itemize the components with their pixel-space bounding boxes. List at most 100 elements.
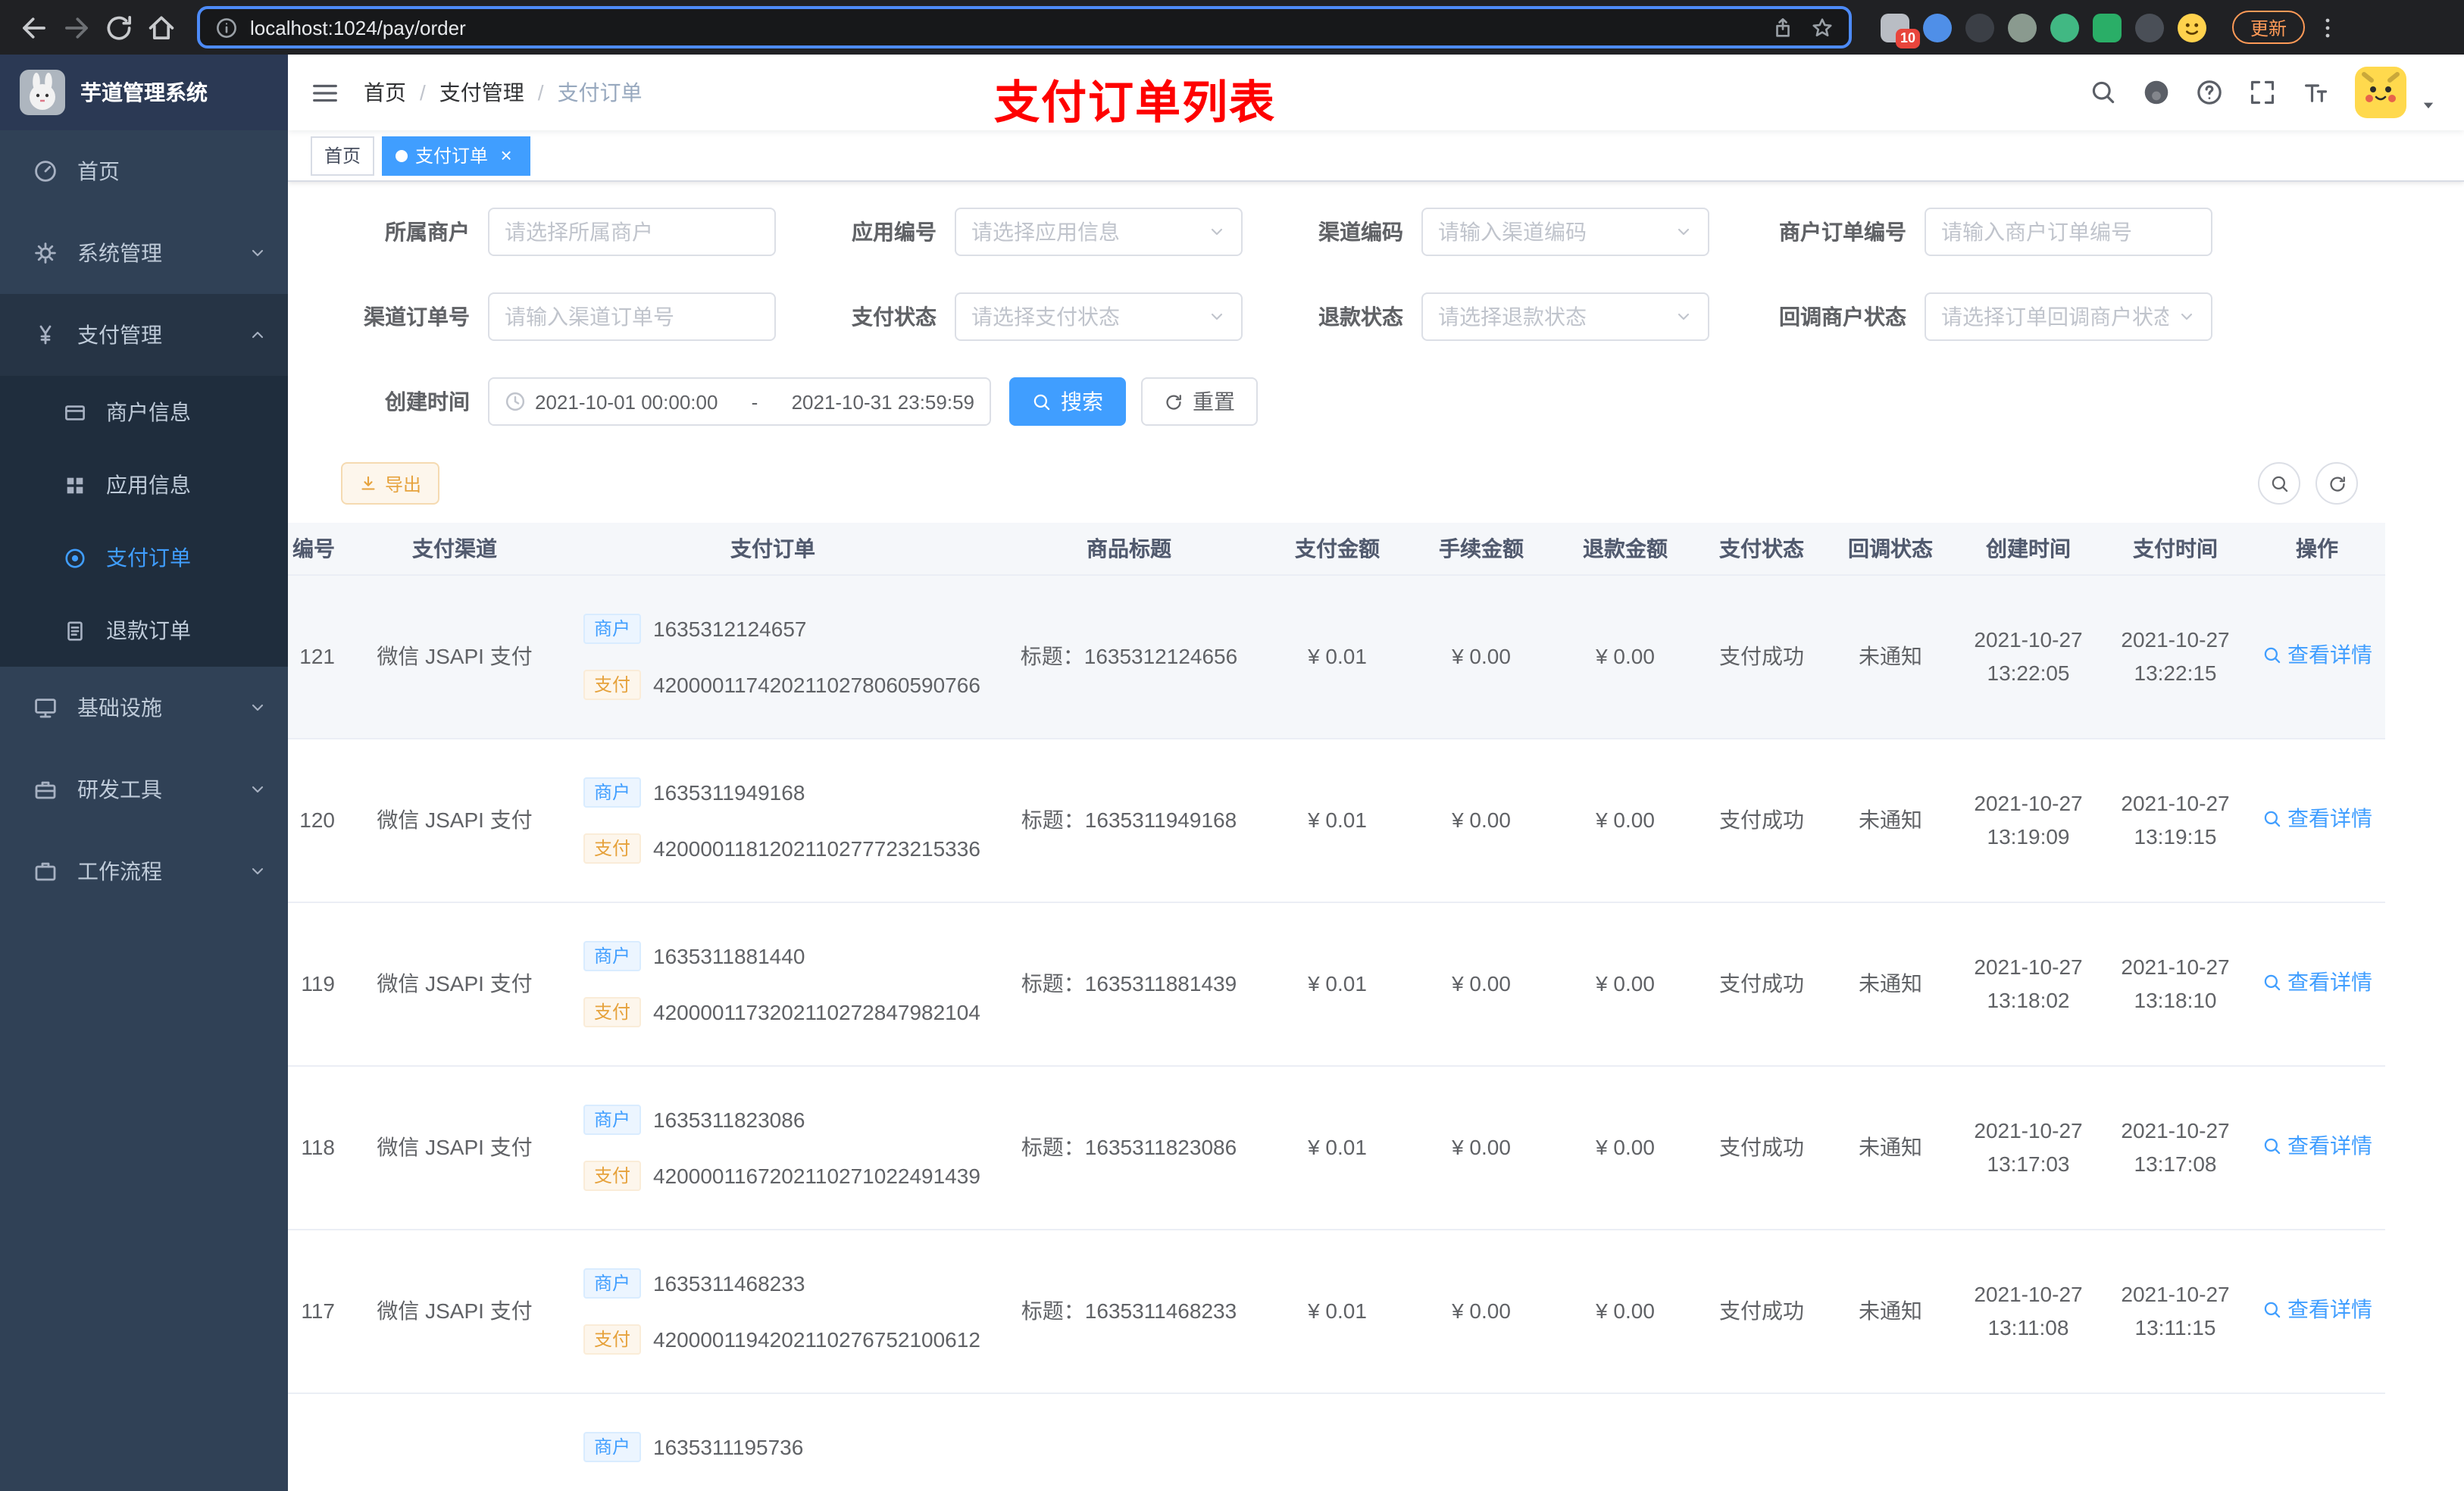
filter-refund-status-select[interactable]: 请选择退款状态 bbox=[1421, 292, 1709, 341]
breadcrumb-item[interactable]: 首页 bbox=[364, 77, 406, 108]
filter-channel-code-select[interactable]: 请输入渠道编码 bbox=[1421, 208, 1709, 256]
bookmark-star-icon[interactable] bbox=[1811, 16, 1834, 39]
sidebar-item-home[interactable]: 首页 bbox=[0, 130, 288, 212]
filter-merchant-order-no-input[interactable]: 请输入商户订单编号 bbox=[1925, 208, 2212, 256]
view-detail-link[interactable]: 查看详情 bbox=[2262, 1293, 2372, 1327]
merchant-order-no: 1635311881440 bbox=[653, 943, 805, 967]
wechat-icon[interactable] bbox=[2093, 13, 2122, 42]
refund-amount: ¥ 0.00 bbox=[1553, 1065, 1697, 1230]
filter-label-merchant-order-no: 商户订单编号 bbox=[1779, 220, 1906, 244]
filter-create-time-range[interactable]: 2021-10-01 00:00:00 - 2021-10-31 23:59:5… bbox=[488, 377, 991, 426]
github-icon[interactable] bbox=[2143, 79, 2170, 106]
pay-amount: ¥ 0.01 bbox=[1265, 738, 1409, 902]
sphere-icon[interactable] bbox=[2008, 13, 2037, 42]
font-size-icon[interactable] bbox=[2302, 79, 2329, 106]
toolbox-icon bbox=[33, 777, 58, 802]
sidebar-item-system[interactable]: 系统管理 bbox=[0, 212, 288, 294]
header-row: 编号 支付渠道 支付订单 商品标题 支付金额 手续金额 退款金额 支付状态 回调状态 创建时间 支付… bbox=[288, 523, 2385, 575]
filter-notify-status-select[interactable]: 请选择订单回调商户状态 bbox=[1925, 292, 2212, 341]
vue-devtools-icon[interactable] bbox=[2050, 13, 2079, 42]
view-detail-link[interactable]: 查看详情 bbox=[2262, 802, 2372, 836]
placeholder-text: 请选择应用信息 bbox=[971, 220, 1120, 244]
filter-merchant-input[interactable]: 请选择所属商户 bbox=[488, 208, 776, 256]
submenu-payment: 商户信息应用信息支付订单 退款订单 bbox=[0, 376, 288, 667]
table-refresh-button[interactable] bbox=[2315, 462, 2358, 505]
header-search-icon[interactable] bbox=[2090, 79, 2117, 106]
extension-badge: 10 bbox=[1895, 28, 1920, 48]
menu-label: 基础设施 bbox=[77, 695, 162, 720]
notify-status: 未通知 bbox=[1826, 1229, 1955, 1393]
menu-label: 应用信息 bbox=[106, 473, 191, 497]
filter-app-no-select[interactable]: 请选择应用信息 bbox=[955, 208, 1243, 256]
browser-update-button[interactable]: 更新 bbox=[2232, 11, 2306, 44]
user-menu-caret-icon[interactable] bbox=[2420, 96, 2437, 113]
drop-icon[interactable] bbox=[1923, 13, 1952, 42]
channel-pay-no: 4200001167202110271022491439 bbox=[653, 1163, 980, 1187]
breadcrumb: 首页 / 支付管理 / 支付订单 bbox=[364, 77, 643, 108]
view-tab-pay-order[interactable]: 支付订单 × bbox=[382, 136, 531, 175]
user-avatar[interactable] bbox=[2355, 67, 2406, 118]
sidebar-item-refund-order[interactable]: 退款订单 bbox=[0, 594, 288, 667]
search-button[interactable]: 搜索 bbox=[1009, 377, 1126, 426]
filter-field-pay-status: 支付状态 请选择支付状态 bbox=[791, 292, 1243, 341]
column-refund: 退款金额 bbox=[1553, 523, 1697, 575]
view-detail-link[interactable]: 查看详情 bbox=[2262, 966, 2372, 999]
chevron-down-icon bbox=[249, 699, 267, 717]
table-body: 121 微信 JSAPI 支付 商户 1635312124657 支付 420000117… bbox=[288, 574, 2385, 1491]
extension-icon[interactable]: 10 bbox=[1881, 13, 1920, 48]
sidebar-item-payment[interactable]: 支付管理 bbox=[0, 294, 288, 376]
sidebar-item-merchant-info[interactable]: 商户信息 bbox=[0, 376, 288, 449]
search-icon bbox=[2262, 1300, 2281, 1320]
filter-field-refund-status: 退款状态 请选择退款状态 bbox=[1258, 292, 1709, 341]
product-title: 标题：1635311949168 bbox=[993, 738, 1265, 902]
forward-icon[interactable] bbox=[61, 11, 92, 43]
breadcrumb-item[interactable]: 支付管理 bbox=[439, 77, 524, 108]
back-icon[interactable] bbox=[18, 11, 50, 43]
reset-button[interactable]: 重置 bbox=[1141, 377, 1258, 426]
browser-menu-icon[interactable] bbox=[2315, 11, 2340, 43]
table-head: 编号 支付渠道 支付订单 商品标题 支付金额 手续金额 退款金额 支付状态 回调状态 创建时间 支付… bbox=[288, 523, 2385, 575]
main-content: 所属商户 请选择所属商户 应用编号 请选择应用信息 渠道编码 请输入渠道编码 商户订单编号请… bbox=[288, 182, 2464, 1491]
view-detail-link[interactable]: 查看详情 bbox=[2262, 639, 2372, 672]
pay-time: 2021-10-27 13:11:15 bbox=[2102, 1229, 2249, 1393]
search-icon bbox=[1032, 392, 1052, 411]
reload-icon[interactable] bbox=[103, 11, 135, 43]
help-icon[interactable] bbox=[2196, 79, 2223, 106]
view-tab-home[interactable]: 首页 bbox=[311, 136, 375, 175]
sidebar-item-infrastructure[interactable]: 基础设施 bbox=[0, 667, 288, 749]
active-tab-dot bbox=[396, 149, 408, 161]
extensions-area: 10 bbox=[1881, 13, 2206, 48]
pay-tag: 支付 bbox=[583, 669, 642, 699]
url-bar[interactable]: localhost:1024/pay/order bbox=[197, 6, 1852, 48]
sidebar-item-dev-tools[interactable]: 研发工具 bbox=[0, 749, 288, 830]
hamburger-icon[interactable] bbox=[311, 78, 339, 107]
create-time bbox=[1955, 1393, 2102, 1491]
fee-amount: ¥ 0.00 bbox=[1409, 738, 1553, 902]
globe-icon[interactable] bbox=[1965, 13, 1994, 42]
order-row: 121 微信 JSAPI 支付 商户 1635312124657 支付 420000117… bbox=[288, 574, 2385, 739]
create-time: 2021-10-27 13:17:03 bbox=[1955, 1065, 2102, 1230]
pin-icon[interactable] bbox=[2135, 13, 2164, 42]
merchant-tag: 商户 bbox=[583, 940, 642, 971]
share-icon[interactable] bbox=[1771, 16, 1794, 39]
fullscreen-icon[interactable] bbox=[2249, 79, 2276, 106]
app-logo[interactable]: 芋道管理系统 bbox=[0, 55, 288, 130]
chevron-down-icon bbox=[1674, 223, 1693, 241]
merchant-tag: 商户 bbox=[583, 1268, 642, 1298]
menu-label: 商户信息 bbox=[106, 400, 191, 424]
column-search-toggle-button[interactable] bbox=[2258, 462, 2300, 505]
order-id: 121 bbox=[288, 574, 356, 739]
home-icon[interactable] bbox=[145, 11, 177, 43]
close-tab-icon[interactable]: × bbox=[496, 144, 517, 167]
filter-pay-status-select[interactable]: 请选择支付状态 bbox=[955, 292, 1243, 341]
export-button[interactable]: 导出 bbox=[341, 462, 440, 505]
sidebar-item-workflow[interactable]: 工作流程 bbox=[0, 830, 288, 912]
sidebar-item-pay-order[interactable]: 支付订单 bbox=[0, 521, 288, 594]
sidebar-item-app-info[interactable]: 应用信息 bbox=[0, 449, 288, 521]
emoji-icon[interactable] bbox=[2178, 13, 2206, 42]
placeholder-text: 请输入渠道编码 bbox=[1438, 220, 1587, 244]
placeholder-text: 请选择订单回调商户状态 bbox=[1941, 305, 2169, 329]
filter-channel-order-no-input[interactable]: 请输入渠道订单号 bbox=[488, 292, 776, 341]
view-detail-link[interactable]: 查看详情 bbox=[2262, 1130, 2372, 1163]
site-info-icon[interactable] bbox=[215, 16, 238, 39]
